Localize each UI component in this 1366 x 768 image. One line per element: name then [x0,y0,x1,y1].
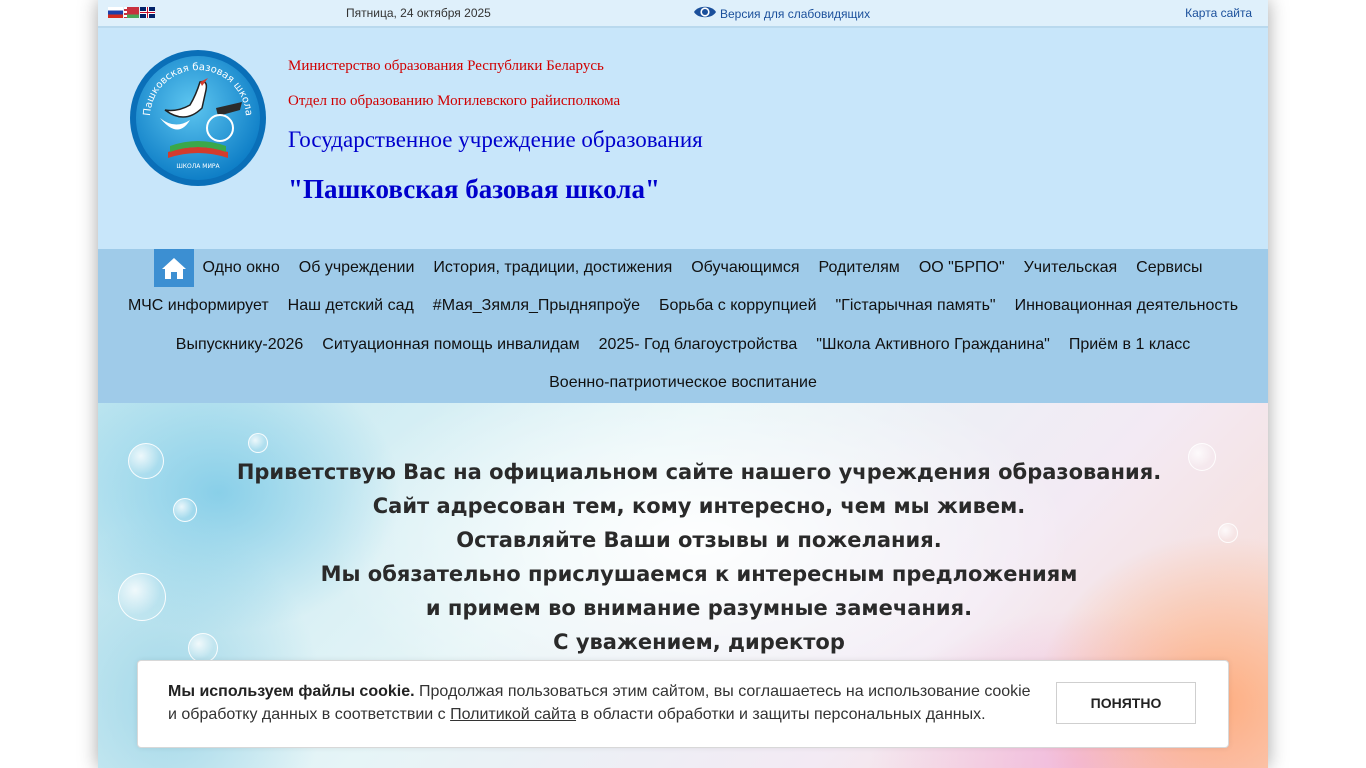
accessibility-link[interactable]: Версия для слабовидящих [693,3,870,21]
school-logo[interactable]: Пашковская базовая школа ШКОЛА МИРА [130,50,266,186]
menu-item-year-improvement[interactable]: 2025- Год благоустройства [589,326,807,364]
welcome-line: и примем во внимание разумные замечания. [425,596,973,620]
home-button[interactable] [154,249,195,287]
main-menu: Одно окно Об учреждении История, традици… [98,249,1268,403]
site-header: Пашковская базовая школа ШКОЛА МИРА Мини… [98,28,1268,249]
menu-item-my-land[interactable]: #Мая_Зямля_Прыдняпроўе [423,287,649,325]
welcome-line: Сайт адресован тем, кому интересно, чем … [372,494,1026,518]
menu-item-services[interactable]: Сервисы [1127,249,1212,287]
welcome-line: С уважением, директор [553,630,845,654]
school-name: "Пашковская базовая школа" [288,174,660,204]
institution-type: Государственное учреждение образования [288,127,703,152]
flag-by-icon[interactable] [124,7,139,18]
menu-row-2: МЧС информирует Наш детский сад #Мая_Зям… [98,287,1268,325]
menu-item-about[interactable]: Об учреждении [289,249,424,287]
accessibility-label: Версия для слабовидящих [720,6,871,21]
menu-item-brpo[interactable]: ОО "БРПО" [909,249,1014,287]
menu-item-graduate[interactable]: Выпускнику-2026 [166,326,313,364]
privacy-policy-link[interactable]: Политикой сайта [450,706,576,723]
ministry-title: Министерство образования Республики Бела… [288,58,604,74]
welcome-line: Мы обязательно прислушаемся к интересным… [320,562,1078,586]
top-bar: Пятница, 24 октября 2025 Версия для слаб… [98,0,1268,28]
menu-row-3: Выпускнику-2026 Ситуационная помощь инва… [98,326,1268,364]
welcome-line: Приветствую Вас на официальном сайте наш… [236,460,1162,484]
menu-item-teachers[interactable]: Учительская [1014,249,1127,287]
menu-item-innovation[interactable]: Инновационная деятельность [1005,287,1247,325]
menu-item-history[interactable]: История, традиции, достижения [424,249,682,287]
svg-text:ШКОЛА МИРА: ШКОЛА МИРА [176,163,220,170]
menu-item-first-grade[interactable]: Приём в 1 класс [1059,326,1199,364]
menu-item-one-window[interactable]: Одно окно [193,249,289,287]
menu-item-mchs[interactable]: МЧС информирует [118,287,278,325]
page-container: Пятница, 24 октября 2025 Версия для слаб… [98,0,1268,768]
menu-item-kindergarten[interactable]: Наш детский сад [278,287,423,325]
menu-item-active-citizen[interactable]: "Школа Активного Гражданина" [807,326,1060,364]
flag-ru-icon[interactable] [108,7,123,18]
cookie-accept-button[interactable]: ПОНЯТНО [1056,682,1196,724]
menu-item-students[interactable]: Обучающимся [682,249,809,287]
flag-gb-icon[interactable] [140,7,155,18]
menu-item-anticorruption[interactable]: Борьба с коррупцией [649,287,826,325]
welcome-line: Оставляйте Ваши отзывы и пожелания. [456,528,942,552]
cookie-banner: Мы используем файлы cookie. Продолжая по… [137,660,1229,748]
menu-row-4: Военно-патриотическое воспитание [98,364,1268,402]
menu-item-parents[interactable]: Родителям [809,249,909,287]
language-switcher [108,7,155,18]
sitemap-link[interactable]: Карта сайта [1185,6,1252,20]
home-icon [162,258,187,279]
department-title: Отдел по образованию Могилевского райисп… [288,93,621,109]
menu-item-disability-help[interactable]: Ситуационная помощь инвалидам [313,326,589,364]
menu-row-1: Одно окно Об учреждении История, традици… [98,249,1268,287]
cookie-message: Мы используем файлы cookie. Продолжая по… [168,680,1043,726]
cookie-heading: Мы используем файлы cookie. [168,683,415,700]
menu-item-historical-memory[interactable]: "Гістарычная память" [826,287,1005,325]
decorative-bubble [248,433,268,453]
current-date: Пятница, 24 октября 2025 [346,6,491,20]
cookie-text-part2: в области обработки и защиты персональны… [576,706,986,723]
welcome-message: Приветствую Вас на официальном сайте наш… [98,455,1268,659]
eye-icon [694,6,716,18]
menu-item-patriotic[interactable]: Военно-патриотическое воспитание [540,364,827,402]
